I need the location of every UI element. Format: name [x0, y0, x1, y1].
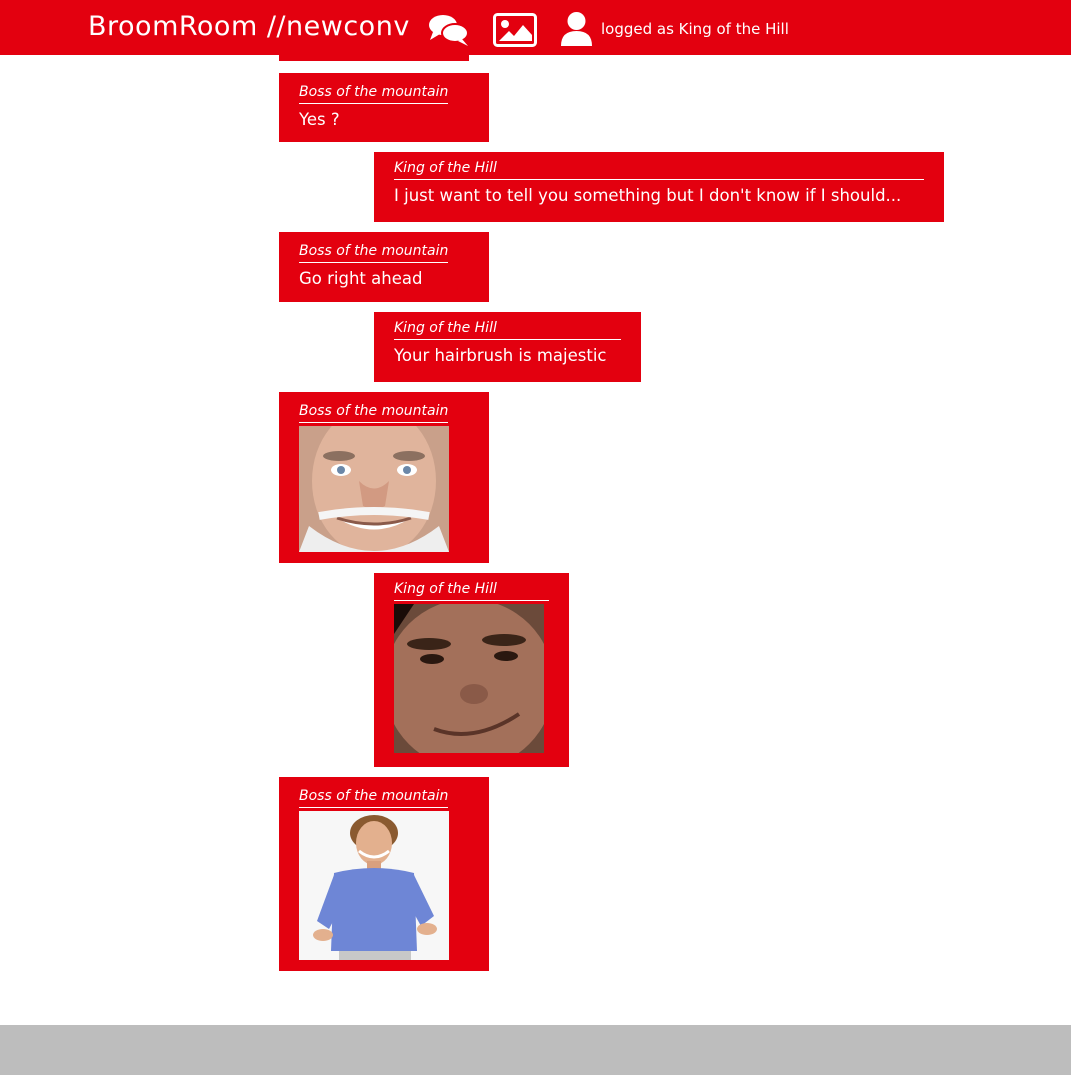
message-author[interactable]: King of the Hill — [394, 320, 621, 340]
message-bubble: Boss of the mountain — [279, 392, 489, 563]
message-author[interactable]: Boss of the mountain — [299, 788, 449, 808]
message-bubble: King of the Hill — [374, 573, 569, 767]
logged-user-label: logged as King of the Hill — [601, 20, 789, 38]
message-text: I just want to tell you something but I … — [394, 186, 902, 205]
message-author[interactable]: Boss of the mountain — [299, 403, 449, 423]
smiling-old-man-photo — [299, 426, 449, 552]
message-text: Your hairbrush is majestic — [394, 346, 607, 365]
top-navbar: BroomRoom //newconv logged as King of th… — [0, 0, 1071, 55]
message-author[interactable]: King of the Hill — [394, 160, 924, 180]
message-bubble: King of the Hill Your hairbrush is majes… — [374, 312, 641, 382]
message-image[interactable] — [299, 426, 449, 552]
message-author[interactable]: Boss of the mountain — [299, 84, 449, 104]
message-composer-area[interactable] — [0, 1025, 1071, 1075]
user-icon[interactable] — [560, 11, 593, 47]
message-bubble: King of the Hill I just want to tell you… — [374, 152, 944, 222]
message-author[interactable]: Boss of the mountain — [299, 243, 449, 263]
message-author[interactable]: King of the Hill — [394, 581, 549, 601]
message-text: Yes ? — [299, 110, 340, 129]
message-text: Go right ahead — [299, 269, 423, 288]
smirking-man-photo — [394, 604, 544, 753]
man-in-blue-shirt-photo — [299, 811, 449, 960]
brand-link[interactable]: BroomRoom //newconv — [88, 11, 410, 42]
message-bubble: Boss of the mountain Go right ahead — [279, 232, 489, 302]
message-image[interactable] — [299, 811, 449, 960]
message-bubble: Boss of the mountain Yes ? — [279, 73, 489, 142]
chat-icon[interactable] — [428, 12, 470, 48]
message-image[interactable] — [394, 604, 544, 753]
message-bubble: Boss of the mountain — [279, 777, 489, 971]
image-icon[interactable] — [493, 13, 537, 47]
user-status: logged as King of the Hill — [560, 11, 789, 47]
